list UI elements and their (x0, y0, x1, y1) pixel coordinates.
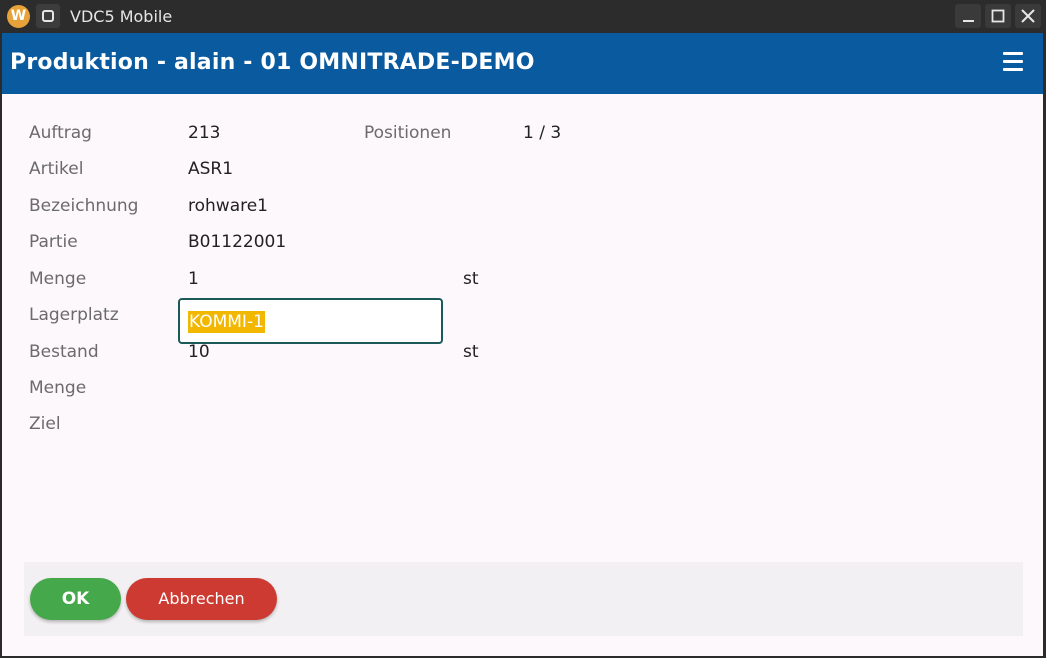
lagerplatz-input[interactable]: KOMMI-1 (178, 298, 443, 344)
label-bestand: Bestand (29, 342, 99, 362)
value-artikel: ASR1 (188, 159, 234, 179)
lagerplatz-input-value: KOMMI-1 (188, 311, 265, 333)
window-titlebar: W VDC5 Mobile (0, 0, 1046, 32)
window-menu-icon[interactable] (36, 4, 60, 28)
page-title: Produktion - alain - 01 OMNITRADE-DEMO (10, 50, 535, 75)
label-artikel: Artikel (29, 159, 84, 179)
value-positionen: 1 / 3 (523, 123, 562, 143)
value-bestand: 10 (188, 342, 210, 362)
label-lagerplatz: Lagerplatz (29, 305, 119, 325)
maximize-button[interactable] (985, 4, 1011, 28)
value-partie: B01122001 (188, 232, 287, 252)
hamburger-menu-icon[interactable] (1003, 52, 1023, 72)
label-ziel: Ziel (29, 414, 61, 434)
label-auftrag: Auftrag (29, 123, 92, 143)
label-bezeichnung: Bezeichnung (29, 196, 139, 216)
label-menge-2: Menge (29, 378, 87, 398)
unit-menge: st (463, 269, 479, 289)
value-auftrag: 213 (188, 123, 221, 143)
ok-button[interactable]: OK (30, 578, 121, 620)
label-partie: Partie (29, 232, 78, 252)
app-window: W VDC5 Mobile Produktion - alain - 01 OM… (0, 0, 1046, 658)
label-positionen: Positionen (364, 123, 452, 143)
minimize-button[interactable] (955, 4, 981, 28)
button-bar: OK Abbrechen (24, 562, 1023, 636)
close-button[interactable] (1015, 4, 1041, 28)
cancel-button[interactable]: Abbrechen (126, 578, 277, 620)
form-area: Auftrag 213 Positionen 1 / 3 Artikel ASR… (2, 94, 1043, 656)
value-bezeichnung: rohware1 (188, 196, 269, 216)
value-menge: 1 (188, 269, 199, 289)
label-menge: Menge (29, 269, 87, 289)
app-logo-icon: W (7, 5, 30, 28)
unit-bestand: st (463, 342, 479, 362)
window-title: VDC5 Mobile (70, 7, 173, 26)
app-header: Produktion - alain - 01 OMNITRADE-DEMO (2, 33, 1043, 94)
